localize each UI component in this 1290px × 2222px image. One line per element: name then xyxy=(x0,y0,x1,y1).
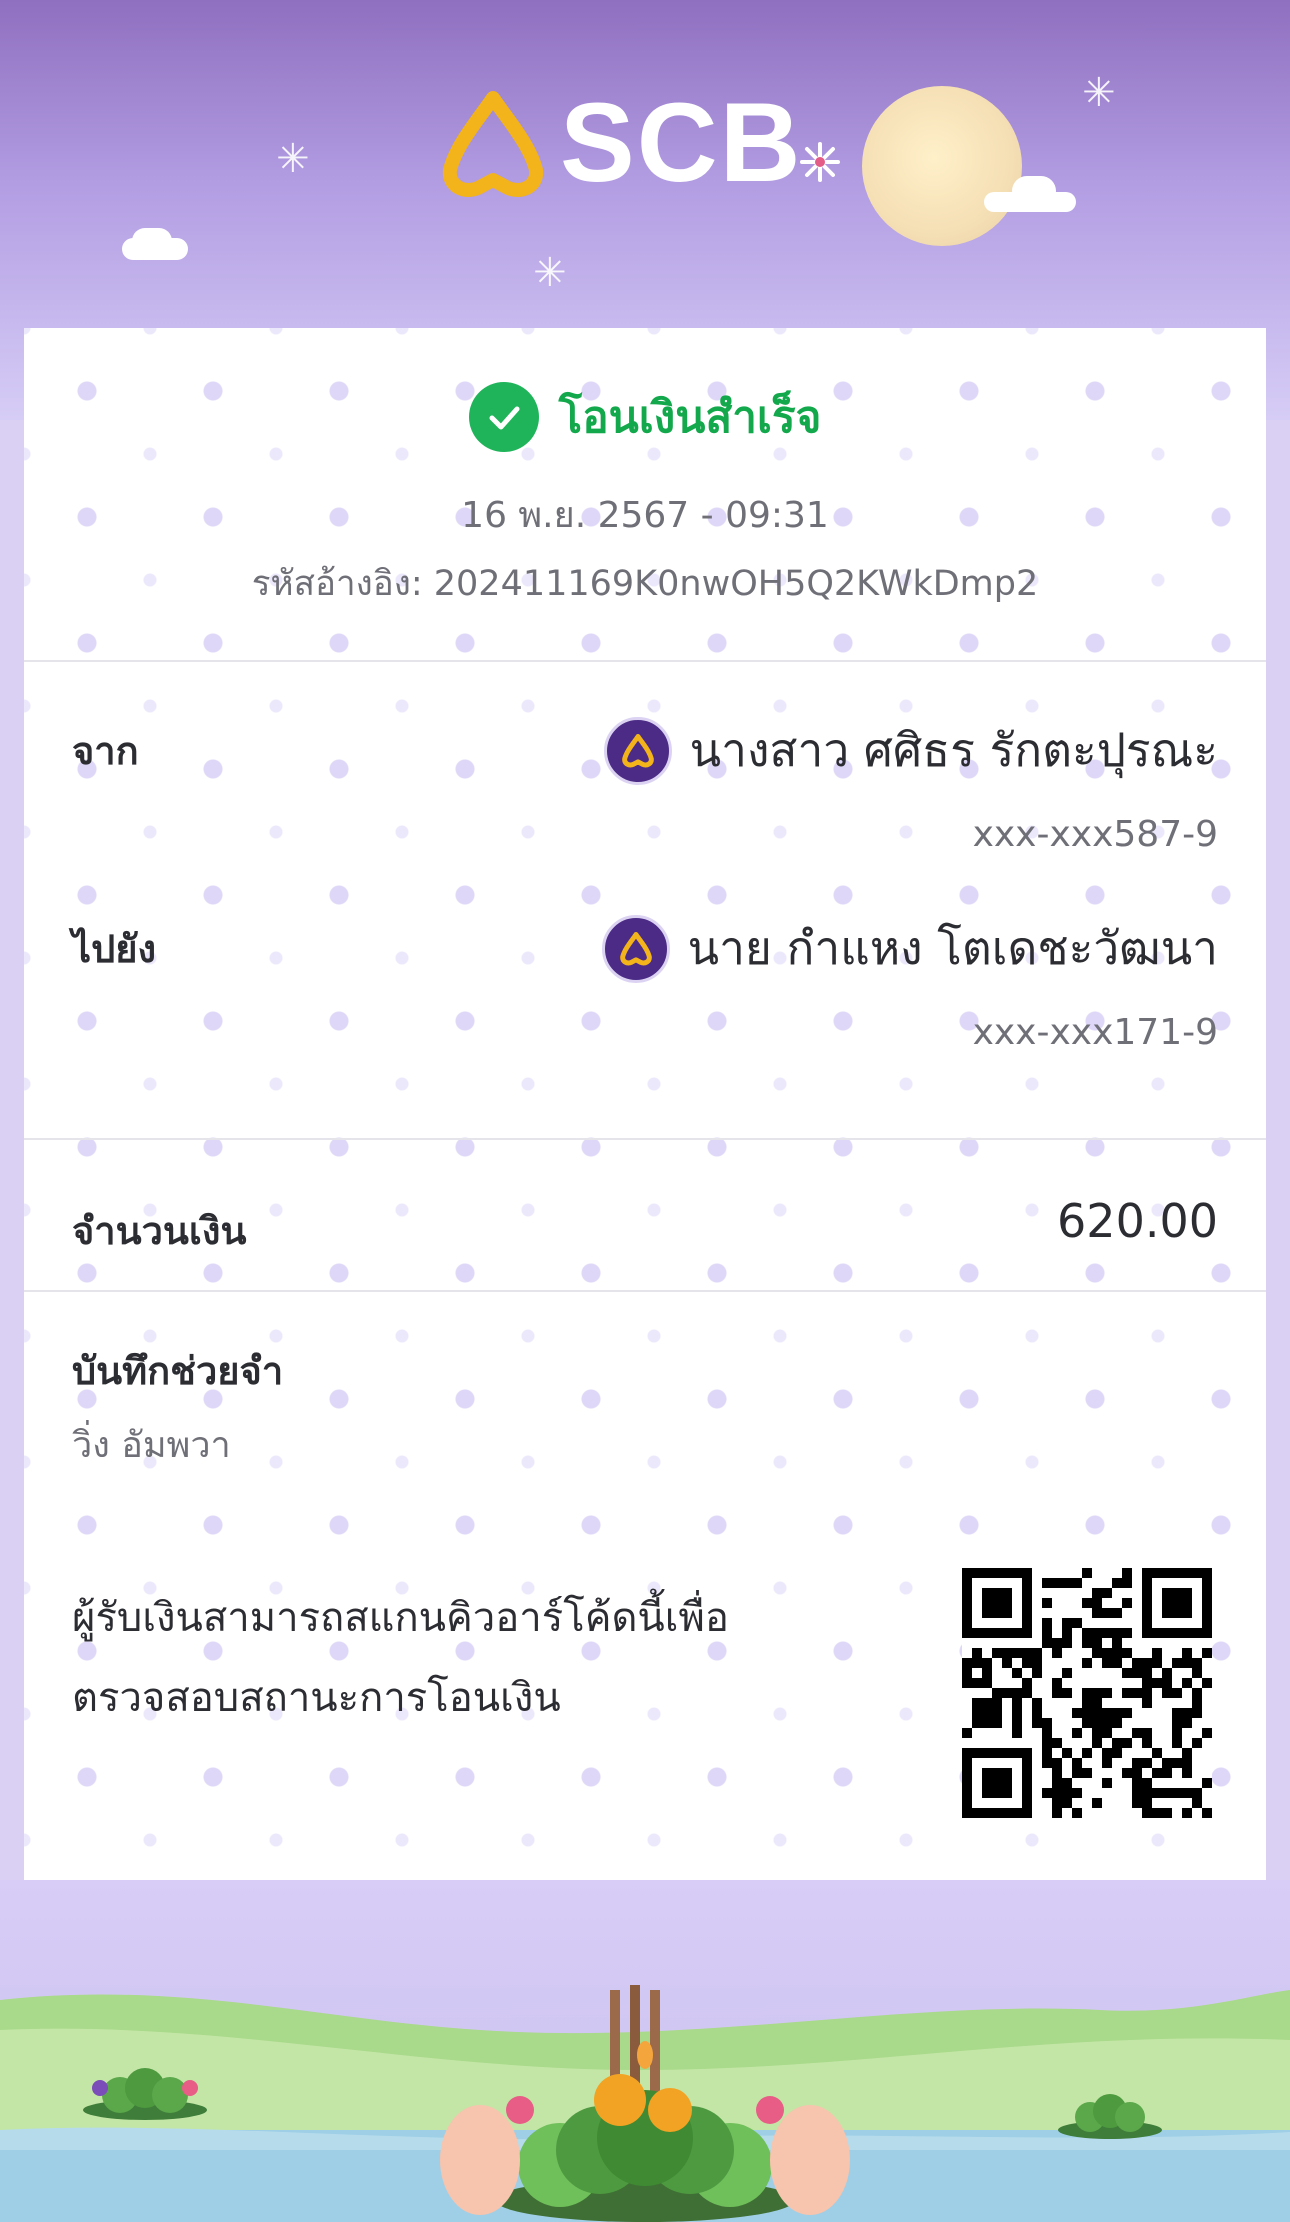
divider xyxy=(24,1138,1266,1140)
brand-name: SCB xyxy=(560,80,803,205)
sender: นางสาว ศศิธร รักตะปุรณะ xyxy=(603,714,1218,787)
amount-label: จำนวนเงิน xyxy=(72,1209,247,1253)
scb-bank-icon xyxy=(603,716,672,785)
scb-bank-icon xyxy=(442,91,544,197)
scb-bank-icon xyxy=(601,914,670,983)
divider xyxy=(24,1290,1266,1292)
cloud-icon xyxy=(1012,176,1056,206)
sender-account: xxx-xxx587-9 xyxy=(972,814,1218,855)
from-label: จาก xyxy=(72,729,139,773)
receipt-card: โอนเงินสำเร็จ 16 พ.ย. 2567 - 09:31 รหัสอ… xyxy=(24,328,1266,1888)
star-sparkle-icon xyxy=(800,142,840,182)
to-label: ไปยัง xyxy=(72,927,157,971)
amount-value: 620.00 xyxy=(1057,1194,1218,1248)
check-circle-icon xyxy=(468,382,539,452)
memo-label: บันทึกช่วยจำ xyxy=(72,1349,284,1393)
divider xyxy=(24,660,1266,662)
scb-logo: SCB xyxy=(438,80,878,205)
status-title: โอนเงินสำเร็จ xyxy=(558,392,822,443)
qr-instruction-line: ตรวจสอบสถานะการโอนเงิน xyxy=(72,1675,561,1721)
receiver-account: xxx-xxx171-9 xyxy=(972,1012,1218,1053)
status-row: โอนเงินสำเร็จ xyxy=(24,382,1266,452)
sparkle-icon: ✳ xyxy=(1082,70,1116,116)
memo-value: วิ่ง อัมพวา xyxy=(72,1425,231,1466)
qr-instruction-line: ผู้รับเงินสามารถสแกนคิวอาร์โค้ดนี้เพื่อ xyxy=(72,1595,729,1641)
transaction-datetime: 16 พ.ย. 2567 - 09:31 xyxy=(461,495,829,536)
receiver: นาย กำแหง โตเดชะวัฒนา xyxy=(601,912,1218,985)
moon-icon xyxy=(862,86,1022,246)
loy-krathong-illustration xyxy=(0,1985,1290,2222)
cloud-icon xyxy=(132,228,172,254)
sparkle-icon: ✳ xyxy=(533,250,567,296)
reference-number: รหัสอ้างอิง: 202411169K0nwOH5Q2KWkDmp2 xyxy=(251,564,1039,604)
sender-name: นางสาว ศศิธร รักตะปุรณะ xyxy=(689,723,1218,777)
receiver-name: นาย กำแหง โตเดชะวัฒนา xyxy=(687,921,1218,975)
sparkle-icon: ✳ xyxy=(276,136,310,182)
qr-code-icon[interactable] xyxy=(962,1568,1212,1818)
qr-instruction: ผู้รับเงินสามารถสแกนคิวอาร์โค้ดนี้เพื่อ … xyxy=(72,1578,832,1738)
